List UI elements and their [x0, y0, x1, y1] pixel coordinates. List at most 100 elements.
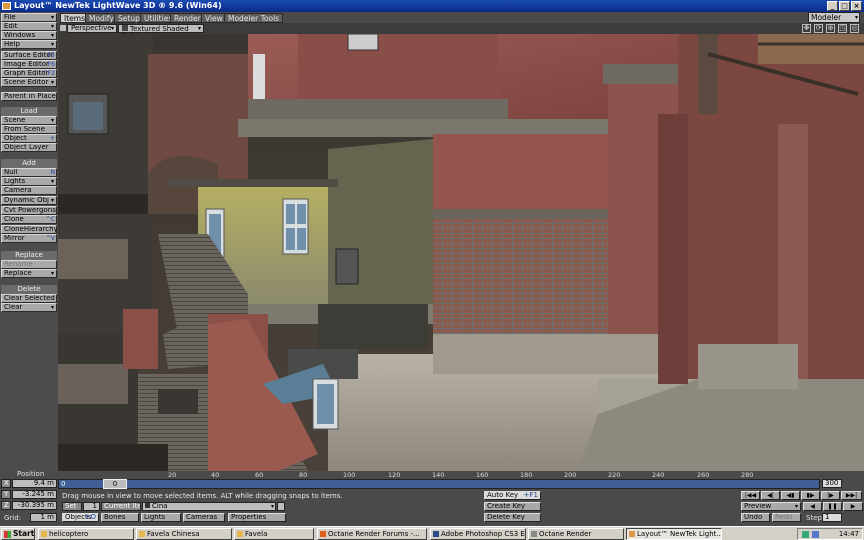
chevron-down-icon: ▾	[50, 117, 54, 124]
add-dynamic-obj-button[interactable]: Dynamic Obj ▾	[1, 196, 57, 205]
3d-viewport[interactable]	[58, 34, 864, 471]
auto-key-button[interactable]: Auto Key +F1	[484, 491, 541, 500]
first-frame-icon[interactable]: |◀◀	[741, 491, 760, 500]
taskbar-item[interactable]: Favela Chinesa	[136, 528, 232, 540]
close-icon[interactable]: ×	[851, 1, 862, 11]
graph-editor-button[interactable]: Graph Editor ^F2	[1, 69, 57, 78]
grid-size-field[interactable]: 1 m	[30, 513, 57, 522]
move-view-icon[interactable]: ✥	[802, 24, 811, 33]
tick-label: 140	[432, 471, 445, 479]
load-object-button[interactable]: Object +	[1, 134, 57, 143]
load-object-layer-button[interactable]: Object Layer	[1, 143, 57, 152]
help-menu-button[interactable]: Help ▾	[1, 40, 57, 49]
tab-modeler-tools[interactable]: Modeler Tools	[224, 13, 284, 23]
tick-label: 180	[520, 471, 533, 479]
delete-key-button[interactable]: Delete Key	[484, 513, 541, 522]
last-frame-icon[interactable]: ▶▶|	[841, 491, 862, 500]
rotate-view-icon[interactable]: ⟳	[814, 24, 823, 33]
chevron-down-icon: ▾	[794, 503, 798, 510]
taskbar-item-active[interactable]: Layout™ NewTek Light...	[626, 528, 722, 540]
timeline[interactable]: 0 0	[58, 479, 820, 489]
windows-menu-button[interactable]: Windows ▾	[1, 31, 57, 40]
timeline-start: 0	[61, 480, 66, 488]
clone-button[interactable]: Clone ^C	[1, 215, 57, 224]
tab-modify[interactable]: Modify	[85, 13, 118, 23]
viewport-menu-icon[interactable]	[60, 25, 66, 31]
taskbar-item[interactable]: Favela	[234, 528, 314, 540]
tick-label: 260	[697, 471, 710, 479]
load-section-header: Load	[1, 107, 57, 116]
scene-editor-button[interactable]: Scene Editor ▾	[1, 78, 57, 87]
z-position-field[interactable]: -30.395 m	[12, 501, 57, 510]
zoom-view-icon[interactable]: ⊕	[826, 24, 835, 33]
clear-selected-button[interactable]: Clear Selected	[1, 294, 57, 303]
center-view-icon[interactable]: ◎	[850, 24, 859, 33]
edit-menu-button[interactable]: Edit ▾	[1, 22, 57, 31]
view-mode-select[interactable]: Perspective ▾	[67, 24, 117, 33]
add-camera-button[interactable]: Camera	[1, 186, 57, 195]
taskbar-item[interactable]: Octane Render	[528, 528, 624, 540]
preview-button[interactable]: Preview ▾	[741, 502, 801, 511]
create-key-button[interactable]: Create Key	[484, 502, 541, 511]
minimize-icon[interactable]: _	[827, 1, 838, 11]
play-icon[interactable]: ▶	[843, 502, 863, 511]
y-axis-label: Y	[1, 490, 11, 499]
current-item-select[interactable]: Cina ▾	[142, 502, 276, 511]
item-properties-icon[interactable]	[277, 502, 285, 511]
lights-button[interactable]: Lights	[141, 513, 181, 522]
tick-label: 20	[168, 471, 177, 479]
timeline-slider[interactable]: 0	[103, 479, 127, 489]
chevron-down-icon: ▾	[110, 25, 114, 32]
bones-button[interactable]: Bones	[101, 513, 139, 522]
x-position-field[interactable]: 9.4 m	[12, 479, 57, 488]
mirror-button[interactable]: Mirror ^V	[1, 234, 57, 243]
next-frame-icon[interactable]: ▮▶	[801, 491, 820, 500]
y-position-field[interactable]: -3.245 m	[12, 490, 57, 499]
taskbar-item[interactable]: Adobe Photoshop CS3 E...	[430, 528, 526, 540]
maximize-view-icon[interactable]: ◳	[838, 24, 847, 33]
properties-button[interactable]: Properties	[228, 513, 286, 522]
maximize-icon[interactable]: □	[839, 1, 850, 11]
chevron-down-icon: ▾	[50, 304, 54, 311]
clear-button[interactable]: Clear ▾	[1, 303, 57, 312]
render-mode-select[interactable]: Textured Shaded Solid▾	[118, 24, 204, 40]
tab-view[interactable]: View	[201, 13, 227, 23]
replace-button[interactable]: Replace ▾	[1, 269, 57, 278]
load-scene-button[interactable]: Scene ▾	[1, 116, 57, 125]
modeler-select[interactable]: Modeler ▾	[808, 12, 860, 23]
prev-frame-icon[interactable]: ◀▮	[781, 491, 800, 500]
tray-icon[interactable]	[802, 531, 809, 538]
taskbar-item[interactable]: helicoptero	[38, 528, 134, 540]
taskbar-item[interactable]: Octane Render Forums -...	[317, 528, 427, 540]
replace-section-header: Replace	[1, 251, 57, 260]
image-editor-button[interactable]: Image Editor F6	[1, 60, 57, 69]
rename-button[interactable]: Rename	[1, 260, 57, 269]
prev-key-icon[interactable]: ◀|	[761, 491, 780, 500]
surface-editor-button[interactable]: Surface Editor F5	[1, 51, 57, 60]
step-field[interactable]: 1	[822, 513, 842, 522]
clone-hierarchy-button[interactable]: CloneHierarchy	[1, 225, 57, 234]
viewport-header: Perspective▾ Textured Shaded Solid▾ ✥ ⟳ …	[58, 23, 864, 40]
start-button[interactable]: Start	[1, 528, 35, 540]
pause-icon[interactable]: ❚❚	[823, 502, 842, 511]
set-field[interactable]: 1	[83, 502, 100, 511]
window-titlebar[interactable]: Layout™ NewTek LightWave 3D ® 9.6 (Win64…	[0, 0, 864, 12]
redo-button[interactable]: Redo	[772, 513, 801, 522]
file-menu-button[interactable]: File ▾	[1, 13, 57, 22]
add-null-button[interactable]: Null N	[1, 168, 57, 177]
cvt-powergons-button[interactable]: Cvt Powergons	[1, 206, 57, 215]
windows-logo-icon	[4, 531, 11, 538]
end-frame-field[interactable]: 300	[822, 479, 842, 488]
folder-icon	[41, 531, 47, 537]
tab-render[interactable]: Render	[170, 13, 205, 23]
undo-button[interactable]: Undo	[741, 513, 770, 522]
play-reverse-icon[interactable]: ◀	[803, 502, 822, 511]
load-from-scene-button[interactable]: From Scene	[1, 125, 57, 134]
next-key-icon[interactable]: |▶	[821, 491, 840, 500]
tray-icon[interactable]	[812, 531, 819, 538]
objects-button[interactable]: Objects +O	[62, 513, 99, 522]
cameras-button[interactable]: Cameras	[183, 513, 225, 522]
add-lights-button[interactable]: Lights ▾	[1, 177, 57, 186]
grid-label: Grid:	[4, 514, 22, 522]
parent-in-place-button[interactable]: Parent in Place	[1, 92, 57, 101]
